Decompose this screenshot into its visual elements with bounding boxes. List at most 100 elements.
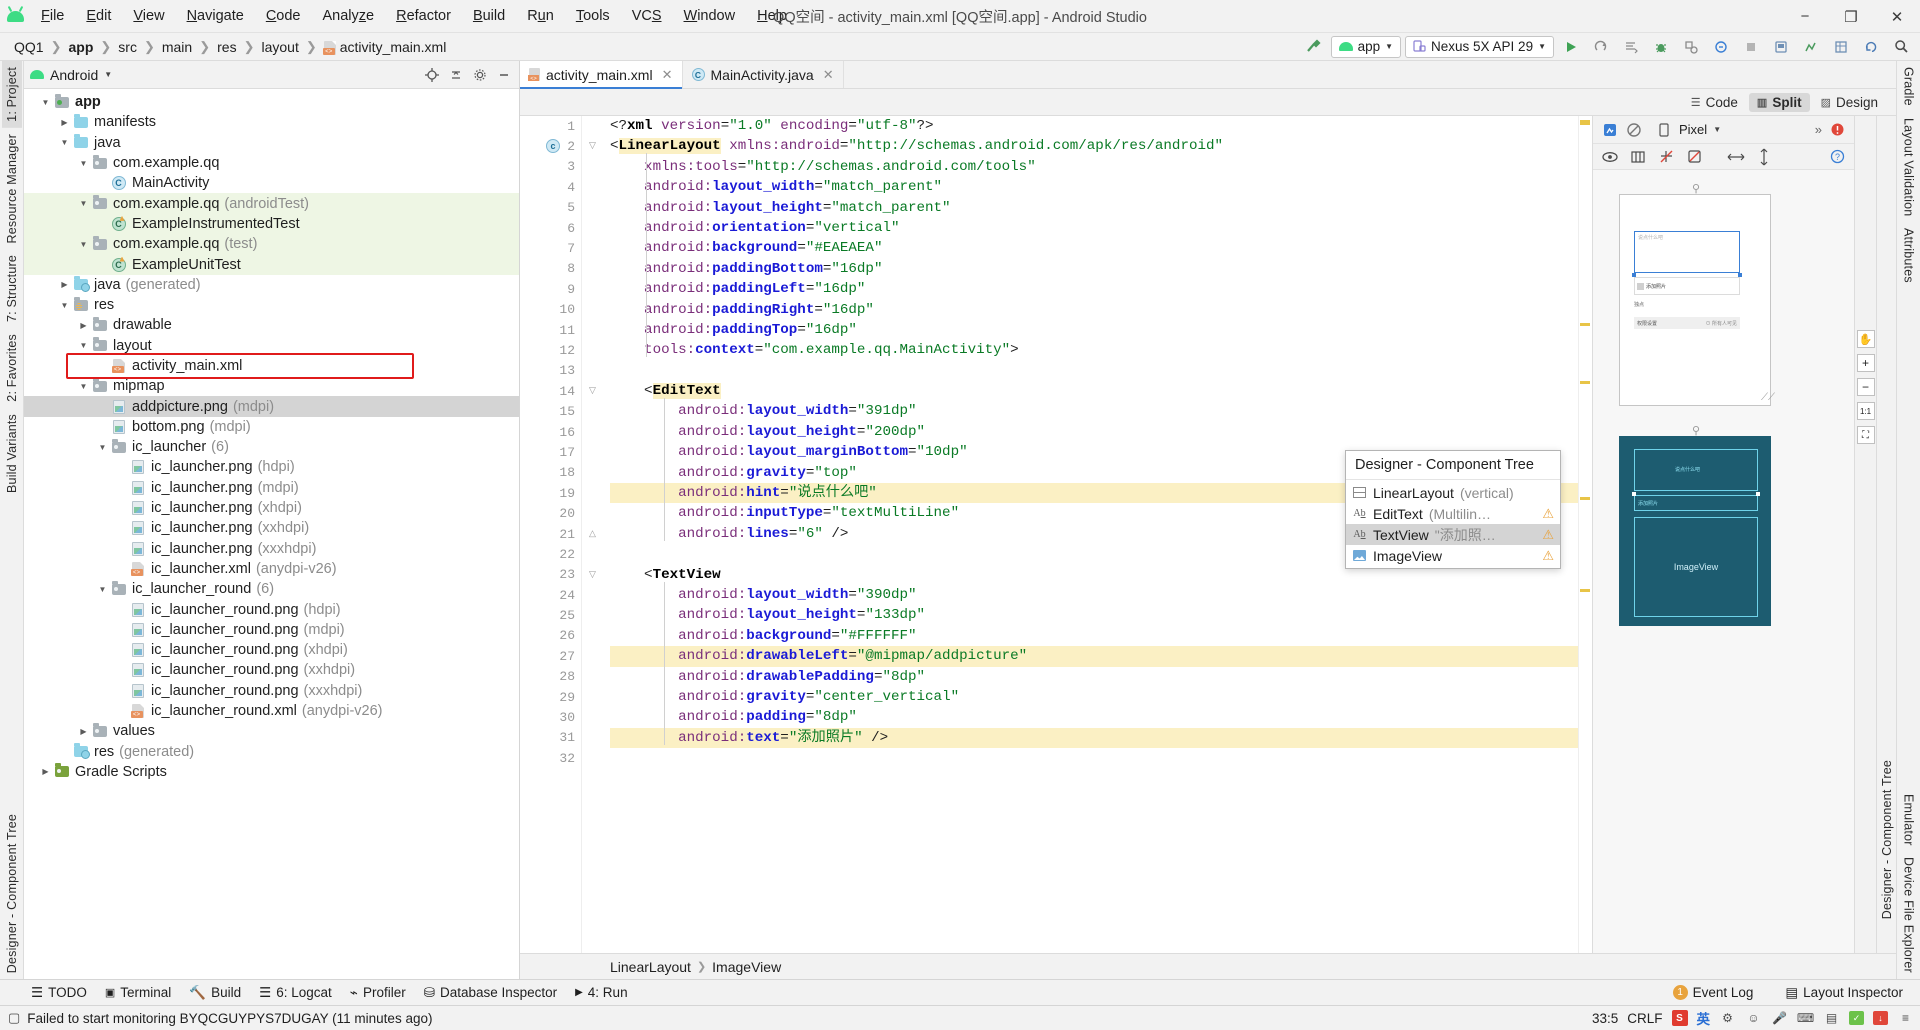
- zoom-fit-icon[interactable]: ⛶: [1856, 426, 1875, 444]
- tree-item-ic-launcher-round-png[interactable]: ic_launcher_round.png (xxxhdpi): [24, 681, 519, 701]
- breadcrumb-item-res[interactable]: res: [213, 38, 240, 56]
- minimize-button[interactable]: −: [1782, 0, 1828, 33]
- component-tree-row-textview[interactable]: Ab TextView "添加照… ⚠: [1346, 524, 1560, 545]
- tree-item-com-example-qq[interactable]: ▼ com.example.qq (androidTest): [24, 193, 519, 214]
- toolwindow-todo[interactable]: ☰ TODO: [22, 983, 96, 1003]
- tree-item-ic-launcher-round-png[interactable]: ic_launcher_round.png (hdpi): [24, 599, 519, 619]
- tray-settings-icon[interactable]: ⚙: [1719, 1011, 1736, 1026]
- toolwindow-build[interactable]: 🔨 Build: [180, 983, 250, 1003]
- error-icon[interactable]: [1828, 121, 1846, 139]
- code-line[interactable]: android:paddingTop="16dp": [610, 320, 1592, 340]
- code-line[interactable]: android:drawableLeft="@mipmap/addpicture…: [610, 646, 1592, 667]
- toolwindow-terminal[interactable]: ▣ Terminal: [96, 983, 180, 1002]
- menu-window[interactable]: Window: [673, 5, 747, 27]
- rail-tab-resource-manager[interactable]: Resource Manager: [2, 128, 22, 250]
- tree-item-addpicture-png[interactable]: addpicture.png (mdpi): [24, 396, 519, 417]
- code-line[interactable]: android:orientation="vertical": [610, 218, 1592, 238]
- toolwindow-run[interactable]: ▶ 4: Run: [566, 983, 636, 1002]
- breadcrumb-item-layout[interactable]: layout: [257, 38, 302, 56]
- close-button[interactable]: ✕: [1874, 0, 1920, 33]
- menu-view[interactable]: View: [122, 5, 175, 27]
- rail-tab-build-variants[interactable]: Build Variants: [2, 408, 22, 499]
- code-line[interactable]: xmlns:tools="http://schemas.android.com/…: [610, 157, 1592, 177]
- expand-arrow-icon[interactable]: ▼: [57, 301, 72, 310]
- tree-item-com-example-qq[interactable]: ▼ com.example.qq: [24, 153, 519, 173]
- breadcrumb-item-qq1[interactable]: QQ1: [10, 38, 48, 56]
- tree-item-res[interactable]: res (generated): [24, 742, 519, 762]
- line-separator[interactable]: CRLF: [1627, 1011, 1662, 1026]
- resize-handle[interactable]: [1738, 273, 1742, 277]
- expand-arrow-icon[interactable]: ▼: [76, 199, 91, 208]
- zoom-in-icon[interactable]: +: [1856, 354, 1875, 372]
- code-line[interactable]: [610, 361, 1592, 381]
- tree-item-activity-main-xml[interactable]: activity_main.xml: [24, 356, 519, 376]
- menu-help[interactable]: Help: [746, 5, 798, 27]
- tree-item-app[interactable]: ▼ app: [24, 92, 519, 112]
- tree-item-ic-launcher-xml[interactable]: ic_launcher.xml(anydpi-v26): [24, 559, 519, 579]
- search-icon[interactable]: [1888, 36, 1914, 58]
- layout-inspector-icon[interactable]: [1828, 36, 1854, 58]
- component-tree-rows[interactable]: LinearLayout (vertical) Ab EditText (Multili…: [1346, 480, 1560, 568]
- menu-run[interactable]: Run: [516, 5, 565, 27]
- toolwindow-event-log[interactable]: 1 Event Log: [1664, 983, 1763, 1002]
- device-selector[interactable]: Nexus 5X API 29 ▼: [1405, 35, 1554, 58]
- code-line[interactable]: android:gravity="center_vertical": [610, 687, 1592, 707]
- caret-position[interactable]: 33:5: [1592, 1011, 1618, 1026]
- expand-arrow-icon[interactable]: ▼: [95, 443, 110, 452]
- fold-gutter[interactable]: ▽ ▽ △ ▽: [582, 116, 604, 953]
- apply-changes-icon[interactable]: [1618, 36, 1644, 58]
- code-line[interactable]: android:layout_width="391dp": [610, 401, 1592, 421]
- menu-edit[interactable]: Edit: [75, 5, 122, 27]
- code-line[interactable]: android:layout_height="133dp": [610, 605, 1592, 625]
- tree-item-bottom-png[interactable]: bottom.png (mdpi): [24, 417, 519, 437]
- mode-design[interactable]: ▨ Design: [1813, 93, 1886, 112]
- designer-component-tree[interactable]: Designer - Component Tree LinearLayout (v…: [1345, 450, 1561, 569]
- width-icon[interactable]: [1727, 148, 1745, 166]
- collapse-all-icon[interactable]: [445, 64, 467, 86]
- breadcrumb-item-app[interactable]: app: [64, 38, 97, 56]
- project-view-selector[interactable]: Android ▼: [30, 67, 112, 83]
- resize-handle[interactable]: [1632, 492, 1636, 496]
- collapse-arrow-icon[interactable]: ▶: [76, 321, 91, 330]
- breadcrumb-linearlayout[interactable]: LinearLayout: [610, 959, 691, 975]
- rail-tab-component-tree[interactable]: Designer - Component Tree: [1877, 754, 1897, 925]
- editor-error-stripe[interactable]: [1578, 116, 1592, 953]
- toolwindow-database-inspector[interactable]: ⛁ Database Inspector: [415, 983, 566, 1003]
- height-icon[interactable]: [1755, 148, 1773, 166]
- breadcrumb-item-activity-main-xml[interactable]: activity_main.xml: [320, 38, 451, 56]
- code-fold-icon[interactable]: ▽: [587, 140, 598, 151]
- ime-language-indicator[interactable]: 英: [1697, 1008, 1711, 1028]
- breadcrumb-imageview[interactable]: ImageView: [712, 959, 781, 975]
- editor-tab-mainactivity-java[interactable]: C MainActivity.java ✕: [683, 61, 844, 88]
- debug-icon[interactable]: [1648, 36, 1674, 58]
- design-surface-icon[interactable]: [1601, 121, 1619, 139]
- tray-more-icon[interactable]: ≡: [1897, 1011, 1914, 1026]
- make-project-icon[interactable]: [1301, 36, 1327, 58]
- project-tree[interactable]: ▼ app ▶ manifests ▼ java ▼ com.example.qq C MainA…: [24, 89, 519, 979]
- code-line[interactable]: android:layout_height="200dp": [610, 422, 1592, 442]
- code-line[interactable]: android:paddingLeft="16dp": [610, 279, 1592, 299]
- tree-item-ic-launcher-png[interactable]: ic_launcher.png (xxhdpi): [24, 518, 519, 538]
- tree-item-ic-launcher-round-png[interactable]: ic_launcher_round.png (mdpi): [24, 620, 519, 640]
- rail-tab-gradle[interactable]: Gradle: [1899, 61, 1919, 112]
- tray-mic-icon[interactable]: 🎤: [1771, 1011, 1788, 1026]
- rail-tab-layout-validation[interactable]: Layout Validation: [1899, 112, 1919, 222]
- menu-build[interactable]: Build: [462, 5, 516, 27]
- tree-item-values[interactable]: ▶ values: [24, 721, 519, 741]
- blueprint-edittext[interactable]: 说点什么吧: [1634, 449, 1758, 491]
- grid-icon[interactable]: [1629, 148, 1647, 166]
- tray-keyboard-icon[interactable]: ⌨: [1797, 1011, 1814, 1026]
- sdk-manager-icon[interactable]: [1798, 36, 1824, 58]
- maximize-button[interactable]: ❐: [1828, 0, 1874, 33]
- constraints-off-icon[interactable]: [1657, 148, 1675, 166]
- code-line[interactable]: <?xml version="1.0" encoding="utf-8"?>: [610, 116, 1592, 136]
- tree-item-ic-launcher-png[interactable]: ic_launcher.png (hdpi): [24, 457, 519, 477]
- tree-item-ic-launcher-png[interactable]: ic_launcher.png (mdpi): [24, 478, 519, 498]
- blueprint-phone-frame[interactable]: 说点什么吧 添加照片 ImageView: [1619, 436, 1771, 626]
- expand-arrow-icon[interactable]: ▼: [95, 585, 110, 594]
- rerun-icon[interactable]: [1588, 36, 1614, 58]
- expand-arrow-icon[interactable]: ▼: [76, 382, 91, 391]
- tree-item-mipmap[interactable]: ▼ mipmap: [24, 376, 519, 396]
- code-line[interactable]: android:layout_width="390dp": [610, 585, 1592, 605]
- ime-sogou-icon[interactable]: S: [1671, 1010, 1688, 1026]
